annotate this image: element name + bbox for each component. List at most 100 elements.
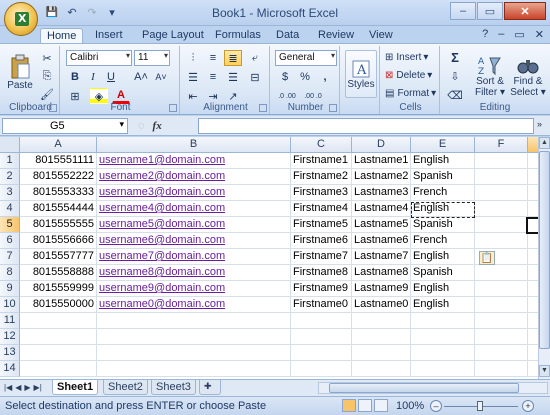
office-button[interactable] — [4, 2, 38, 36]
tab-view[interactable]: View — [363, 28, 399, 44]
cell-b[interactable]: username8@domain.com — [97, 265, 291, 281]
cell-a[interactable]: 8015559999 — [20, 281, 97, 297]
scroll-up-icon[interactable]: ▲ — [539, 137, 550, 149]
cell-f[interactable] — [475, 345, 528, 361]
cell-a[interactable]: 8015550000 — [20, 297, 97, 313]
cell-c[interactable] — [291, 361, 352, 377]
font-launcher-icon[interactable] — [169, 104, 177, 112]
sheet-tab-sheet1[interactable]: Sheet1 — [52, 380, 99, 395]
comma-button[interactable]: , — [316, 69, 334, 85]
cell-a[interactable]: 8015553333 — [20, 185, 97, 201]
sort-filter-button[interactable]: AZ Sort & Filter ▾ — [472, 48, 508, 104]
cell-a[interactable] — [20, 345, 97, 361]
clear-icon[interactable]: ⌫ — [446, 87, 464, 103]
row-header[interactable]: 8 — [0, 265, 20, 281]
bold-button[interactable]: B — [66, 69, 84, 85]
cell-e[interactable]: Spanish — [411, 169, 475, 185]
cell-g[interactable] — [528, 345, 538, 361]
ribbon-restore-icon[interactable]: ▭ — [514, 28, 524, 41]
cell-g[interactable] — [528, 329, 538, 345]
cell-b[interactable]: username0@domain.com — [97, 297, 291, 313]
cell-a[interactable]: 8015558888 — [20, 265, 97, 281]
row-header[interactable]: 4 — [0, 201, 20, 217]
tab-review[interactable]: Review — [312, 28, 360, 44]
autosum-button[interactable]: Σ — [446, 49, 464, 65]
cell-f[interactable] — [475, 313, 528, 329]
row-header[interactable]: 14 — [0, 361, 20, 377]
cell-f[interactable] — [475, 185, 528, 201]
tab-data[interactable]: Data — [270, 28, 305, 44]
number-format-select[interactable]: General ▾ — [275, 50, 337, 66]
cell-g[interactable] — [528, 233, 538, 249]
row-header[interactable]: 9 — [0, 281, 20, 297]
cell-f[interactable] — [475, 217, 528, 233]
cell-b[interactable]: username1@domain.com — [97, 153, 291, 169]
cell-e[interactable]: English — [411, 281, 475, 297]
find-select-button[interactable]: Find & Select ▾ — [510, 48, 546, 104]
tab-insert[interactable]: Insert — [89, 28, 129, 44]
first-sheet-icon[interactable]: |◀ — [4, 383, 12, 392]
cell-f[interactable] — [475, 329, 528, 345]
italic-button[interactable]: I — [84, 69, 102, 85]
styles-button[interactable]: A Styles — [345, 50, 377, 98]
normal-view-icon[interactable] — [342, 399, 356, 412]
column-header-e[interactable]: E — [411, 137, 475, 153]
column-header-f[interactable]: F — [475, 137, 528, 153]
cell-g[interactable] — [528, 281, 538, 297]
cell-c[interactable]: Firstname2 — [291, 169, 352, 185]
cell-a[interactable]: 8015554444 — [20, 201, 97, 217]
close-button[interactable]: ✕ — [504, 2, 546, 20]
row-header[interactable]: 13 — [0, 345, 20, 361]
horizontal-scroll-thumb[interactable] — [329, 383, 519, 393]
cell-b[interactable] — [97, 361, 291, 377]
cell-c[interactable]: Firstname4 — [291, 201, 352, 217]
select-all-corner[interactable] — [0, 137, 20, 153]
zoom-out-icon[interactable]: – — [430, 400, 442, 412]
cell-c[interactable]: Firstname7 — [291, 249, 352, 265]
cell-a[interactable] — [20, 313, 97, 329]
cell-e[interactable]: Spanish — [411, 217, 475, 233]
cell-b[interactable] — [97, 345, 291, 361]
cell-b[interactable]: username5@domain.com — [97, 217, 291, 233]
font-size-select[interactable]: 11 ▾ — [134, 50, 170, 66]
cancel-formula-icon[interactable]: ◌ — [138, 120, 145, 132]
sheet-tab-sheet2[interactable]: Sheet2 — [103, 380, 148, 395]
currency-button[interactable]: $ — [276, 69, 294, 85]
active-cell-g5[interactable] — [526, 217, 538, 234]
scroll-down-icon[interactable]: ▼ — [539, 365, 550, 377]
last-sheet-icon[interactable]: ▶| — [34, 383, 42, 392]
cell-g[interactable] — [528, 185, 538, 201]
formula-input[interactable] — [198, 118, 534, 134]
cell-d[interactable]: Lastname9 — [352, 281, 411, 297]
row-header[interactable]: 10 — [0, 297, 20, 313]
page-break-view-icon[interactable] — [374, 399, 388, 412]
number-launcher-icon[interactable] — [329, 104, 337, 112]
cell-d[interactable]: Lastname4 — [352, 201, 411, 217]
cell-e[interactable] — [411, 361, 475, 377]
cell-a[interactable] — [20, 329, 97, 345]
delete-cells-button[interactable]: ⊠ Delete ▾ — [385, 67, 439, 83]
fill-icon[interactable]: ⇩ — [446, 68, 464, 84]
cell-c[interactable]: Firstname1 — [291, 153, 352, 169]
help-icon[interactable]: ? — [482, 28, 488, 41]
cell-g[interactable] — [528, 265, 538, 281]
cell-e[interactable]: English — [411, 297, 475, 313]
cell-a[interactable]: 8015551111 — [20, 153, 97, 169]
cell-d[interactable]: Lastname8 — [352, 265, 411, 281]
cell-c[interactable]: Firstname9 — [291, 281, 352, 297]
cell-f[interactable] — [475, 297, 528, 313]
insert-function-button[interactable]: fx — [153, 120, 162, 132]
horizontal-scrollbar[interactable] — [318, 382, 548, 394]
cell-a[interactable] — [20, 361, 97, 377]
cell-d[interactable] — [352, 361, 411, 377]
cell-b[interactable]: username7@domain.com — [97, 249, 291, 265]
cell-b[interactable] — [97, 329, 291, 345]
cell-a[interactable]: 8015555555 — [20, 217, 97, 233]
alignment-launcher-icon[interactable] — [259, 104, 267, 112]
next-sheet-icon[interactable]: ▶ — [24, 383, 30, 392]
tab-page-layout[interactable]: Page Layout — [136, 28, 210, 44]
ribbon-close-icon[interactable]: ✕ — [535, 28, 544, 41]
zoom-slider-thumb[interactable] — [477, 401, 483, 411]
cell-b[interactable]: username3@domain.com — [97, 185, 291, 201]
cell-d[interactable]: Lastname7 — [352, 249, 411, 265]
